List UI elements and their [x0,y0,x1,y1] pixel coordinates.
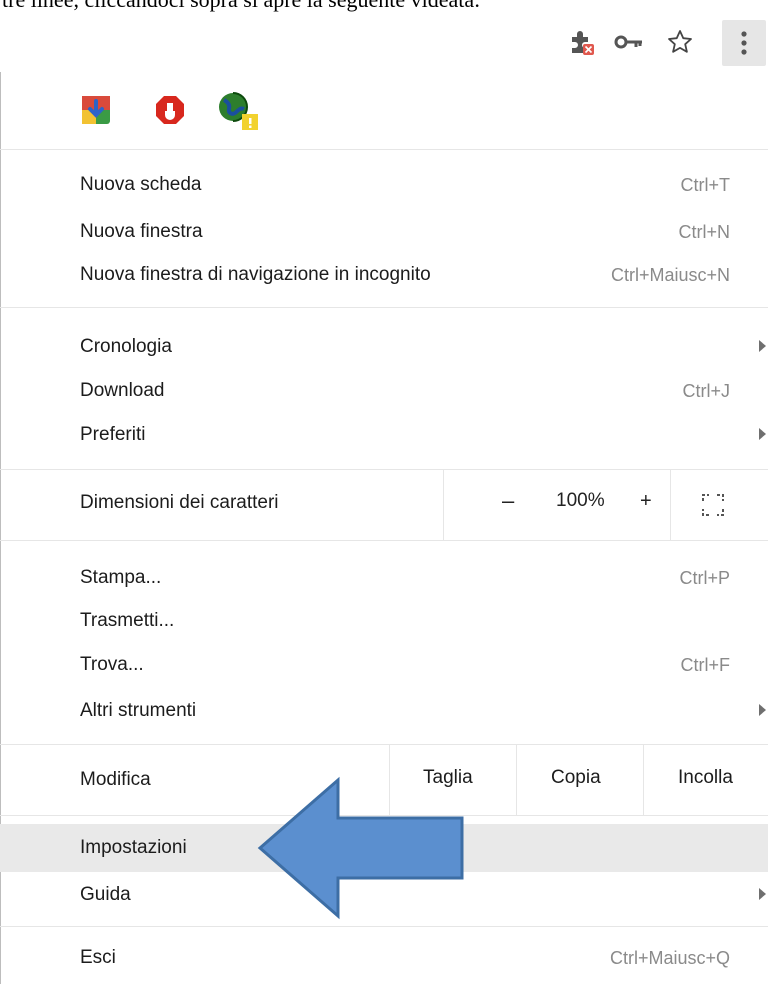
separator [0,149,768,150]
puzzle-blocked-icon[interactable] [566,24,596,60]
menu-item-downloads[interactable]: Download Ctrl+J [0,369,768,413]
submenu-arrow-icon [759,428,766,440]
copy-button[interactable]: Copia [551,767,601,789]
menu-item-shortcut: Ctrl+J [682,380,730,401]
menu-item-label: Preferiti [80,424,146,445]
menu-item-label: Esci [80,947,116,968]
menu-item-exit[interactable]: Esci Ctrl+Maiusc+Q [0,936,768,980]
divider [670,470,671,540]
document-caption: tre linee, cliccandoci sopra si apre la … [0,0,768,14]
extensions-row [0,72,768,149]
menu-item-new-window[interactable]: Nuova finestra Ctrl+N [0,210,768,254]
menu-item-shortcut: Ctrl+P [679,567,730,588]
separator [0,540,768,541]
menu-item-label: Download [80,380,165,401]
menu-item-label: Trova... [80,654,144,675]
submenu-arrow-icon [759,704,766,716]
menu-item-label: Trasmetti... [80,610,175,631]
menu-item-print[interactable]: Stampa... Ctrl+P [0,556,768,600]
zoom-row: Dimensioni dei caratteri – 100% + [0,470,768,540]
submenu-arrow-icon [759,888,766,900]
zoom-label: Dimensioni dei caratteri [80,492,279,513]
menu-item-shortcut: Ctrl+T [680,174,731,195]
menu-item-more-tools[interactable]: Altri strumenti [0,689,768,733]
menu-item-label: Altri strumenti [80,700,197,721]
stop-extension-icon[interactable] [154,94,186,131]
divider [443,470,444,540]
divider [516,745,517,815]
paste-button[interactable]: Incolla [678,767,733,789]
menu-item-cast[interactable]: Trasmetti... [0,599,768,643]
star-icon[interactable] [664,24,696,60]
menu-item-label: Nuova scheda [80,174,202,195]
browser-toolbar [0,14,768,73]
download-extension-icon[interactable] [80,94,112,131]
menu-item-bookmarks[interactable]: Preferiti [0,413,768,457]
pointer-arrow-icon [257,776,464,920]
menu-item-shortcut: Ctrl+N [678,221,730,242]
menu-item-shortcut: Ctrl+Maiusc+N [610,264,730,285]
menu-item-new-incognito-window[interactable]: Nuova finestra di navigazione in incogni… [0,253,768,297]
edit-label: Modifica [80,769,151,790]
menu-item-label: Stampa... [80,567,162,588]
menu-item-new-tab[interactable]: Nuova scheda Ctrl+T [0,163,768,207]
zoom-in-button[interactable]: + [640,490,652,513]
menu-item-history[interactable]: Cronologia [0,325,768,369]
menu-item-shortcut: Ctrl+F [680,654,731,675]
fullscreen-icon[interactable] [701,493,725,522]
menu-item-shortcut: Ctrl+Maiusc+Q [609,947,730,968]
globe-extension-icon[interactable] [216,90,260,137]
menu-item-label: Nuova finestra di navigazione in incogni… [80,264,431,285]
menu-item-label: Impostazioni [80,837,187,858]
submenu-arrow-icon [759,340,766,352]
menu-item-label: Guida [80,884,131,905]
zoom-out-button[interactable]: – [502,488,514,514]
kebab-menu-icon[interactable] [722,20,766,66]
separator [0,307,768,308]
menu-item-find[interactable]: Trova... Ctrl+F [0,643,768,687]
zoom-level: 100% [556,490,605,511]
key-icon[interactable] [612,24,646,60]
menu-item-label: Cronologia [80,336,172,357]
menu-item-label: Nuova finestra [80,221,203,242]
divider [643,745,644,815]
